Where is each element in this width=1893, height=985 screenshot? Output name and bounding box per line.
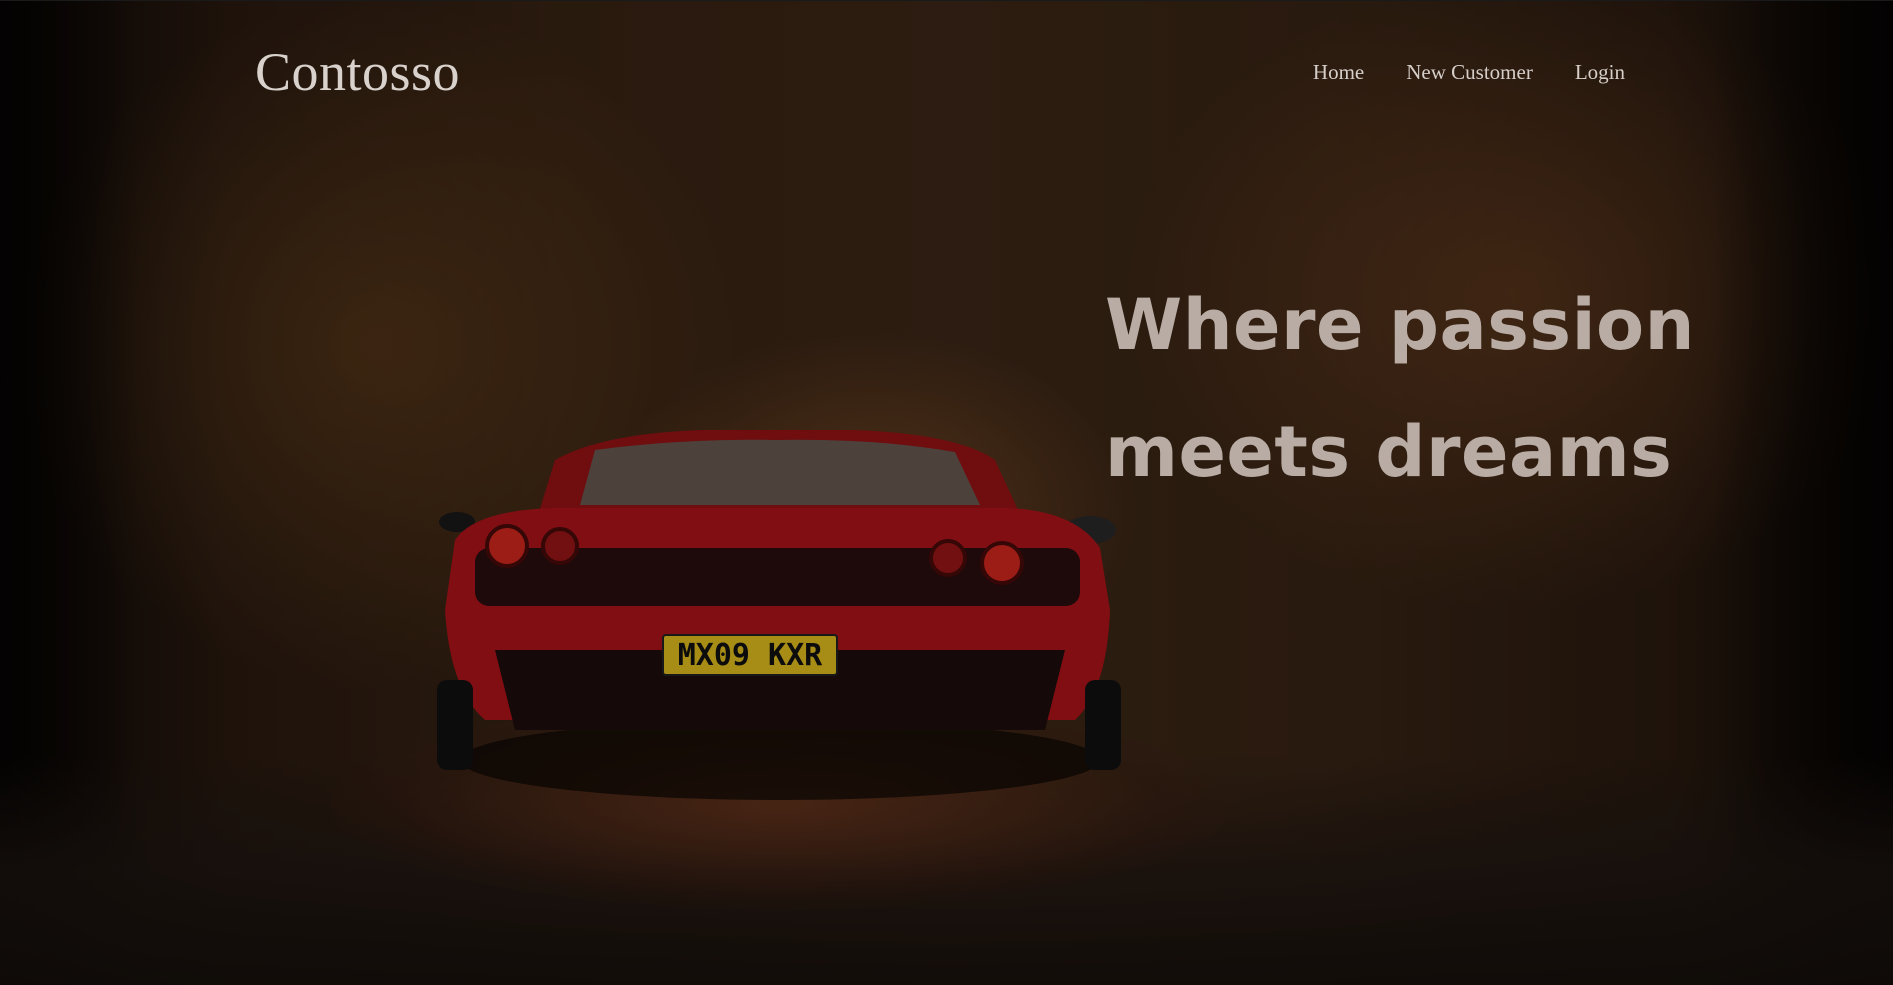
main-nav: Home New Customer Login — [1313, 58, 1625, 86]
nav-new-customer-link[interactable]: New Customer — [1406, 58, 1533, 86]
nav-login-link[interactable]: Login — [1575, 58, 1625, 86]
hero-headline: Where passion meets dreams — [1105, 262, 1695, 516]
page: MX09 KXR Contosso Home New Customer Logi… — [0, 0, 1893, 985]
hero-headline-line-2: meets dreams — [1105, 411, 1673, 493]
brand-logo[interactable]: Contosso — [255, 40, 460, 104]
hero-headline-line-1: Where passion — [1105, 284, 1695, 366]
top-border — [0, 0, 1893, 1]
nav-home-link[interactable]: Home — [1313, 58, 1364, 86]
